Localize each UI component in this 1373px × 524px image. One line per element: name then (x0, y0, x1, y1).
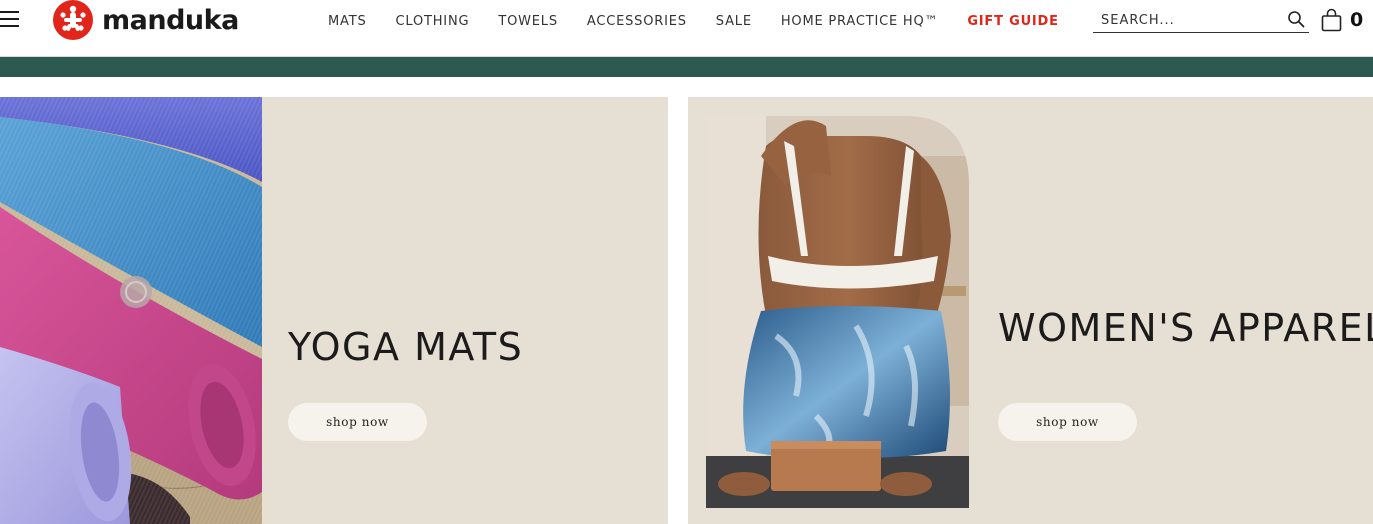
search-input[interactable] (1101, 10, 1281, 30)
shop-now-button[interactable]: shop now (998, 403, 1137, 441)
main-nav: MATS CLOTHING TOWELS ACCESSORIES SALE HO… (328, 13, 1088, 29)
nav-item-sale[interactable]: SALE (716, 14, 752, 29)
cart-count: 0 (1350, 9, 1364, 31)
promo-bar (0, 57, 1373, 77)
logo-wordmark: manduka (102, 4, 239, 36)
womens-apparel-image[interactable] (706, 116, 969, 508)
nav-item-gift-guide[interactable]: GIFT GUIDE (967, 14, 1059, 29)
promo-card-womens-apparel: WOMEN'S APPAREL shop now (688, 97, 1373, 524)
hamburger-icon[interactable] (0, 10, 20, 30)
manduka-logo[interactable]: manduka (53, 0, 239, 40)
search-bar (1093, 6, 1309, 33)
promo-title: WOMEN'S APPAREL (998, 306, 1373, 350)
shop-now-button[interactable]: shop now (288, 403, 427, 441)
nav-item-mats[interactable]: MATS (328, 14, 367, 29)
nav-item-home-practice-hq[interactable]: HOME PRACTICE HQ™ (781, 14, 938, 29)
logo-mark-icon (53, 0, 93, 40)
nav-item-clothing[interactable]: CLOTHING (396, 14, 470, 29)
promo-title: YOGA MATS (288, 325, 524, 369)
site-header: manduka MATS CLOTHING TOWELS ACCESSORIES… (0, 0, 1373, 57)
nav-item-towels[interactable]: TOWELS (498, 14, 558, 29)
yoga-mats-image[interactable] (0, 97, 262, 524)
bag-icon (1321, 8, 1342, 32)
search-icon[interactable] (1287, 10, 1305, 28)
nav-item-accessories[interactable]: ACCESSORIES (587, 14, 687, 29)
promo-card-yoga-mats: YOGA MATS shop now (0, 97, 668, 524)
cart-button[interactable]: 0 (1321, 8, 1363, 32)
